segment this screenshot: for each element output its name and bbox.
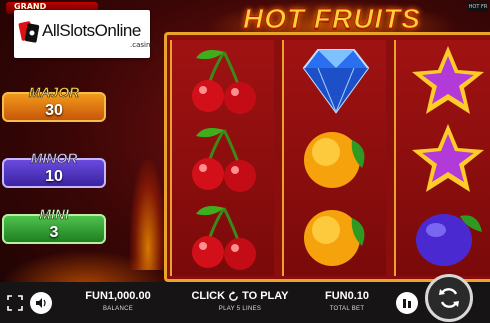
jackpot-minor-value: 10	[45, 168, 63, 185]
cherry-icon	[174, 42, 274, 118]
diamond-icon	[286, 42, 386, 118]
coin-stack-icon[interactable]	[396, 292, 418, 314]
orange-icon	[286, 198, 386, 274]
site-logo: AllSlotsOnline .casino	[14, 10, 155, 58]
play-prompt[interactable]: CLICK TO PLAY	[180, 288, 300, 304]
jackpot-mini-label: MINI	[39, 206, 69, 223]
play-prompt-prefix: CLICK	[191, 290, 226, 302]
fullscreen-icon[interactable]	[4, 292, 26, 314]
site-name: AllSlotsOnline	[42, 21, 141, 40]
reel-2	[282, 40, 386, 276]
cherry-icon	[174, 120, 274, 196]
jackpot-minor: MINOR 10	[2, 150, 106, 188]
jackpot-mini: MINI 3	[2, 206, 106, 244]
jackpot-mini-value: 3	[49, 224, 59, 241]
speaker-icon[interactable]	[30, 292, 52, 314]
reel-1	[170, 40, 274, 276]
brand-area: GRAND AllSlotsOnline .casino	[0, 0, 160, 62]
jackpot-major: MAJOR 30	[2, 84, 106, 122]
reel-3	[394, 40, 490, 276]
bottom-flames	[0, 250, 170, 286]
star-icon	[398, 120, 490, 196]
balance-value: FUN1,000.00	[85, 290, 151, 302]
bet-label: TOTAL BET	[329, 306, 365, 312]
spin-icon	[439, 288, 459, 308]
balance-label: BALANCE	[102, 306, 134, 312]
cherry-icon	[174, 198, 274, 274]
orange-icon	[286, 120, 386, 196]
spin-button[interactable]	[425, 274, 473, 322]
cards-logo-icon	[18, 21, 40, 43]
jackpot-minor-label: MINOR	[30, 150, 78, 167]
jackpot-major-value: 30	[45, 102, 63, 119]
game-title: HOT FRUITS	[243, 3, 421, 35]
bet-value: FUN0.10	[324, 290, 370, 302]
site-domain: .casino	[130, 41, 155, 49]
corner-tag: HOT FR	[468, 2, 488, 12]
plum-icon	[398, 198, 490, 274]
lines-label: PLAY 5 LINES	[218, 306, 262, 312]
rotate-icon	[229, 290, 238, 301]
jackpot-major-label: MAJOR	[28, 84, 80, 101]
play-prompt-suffix: TO PLAY	[242, 290, 289, 302]
star-icon	[398, 42, 490, 118]
